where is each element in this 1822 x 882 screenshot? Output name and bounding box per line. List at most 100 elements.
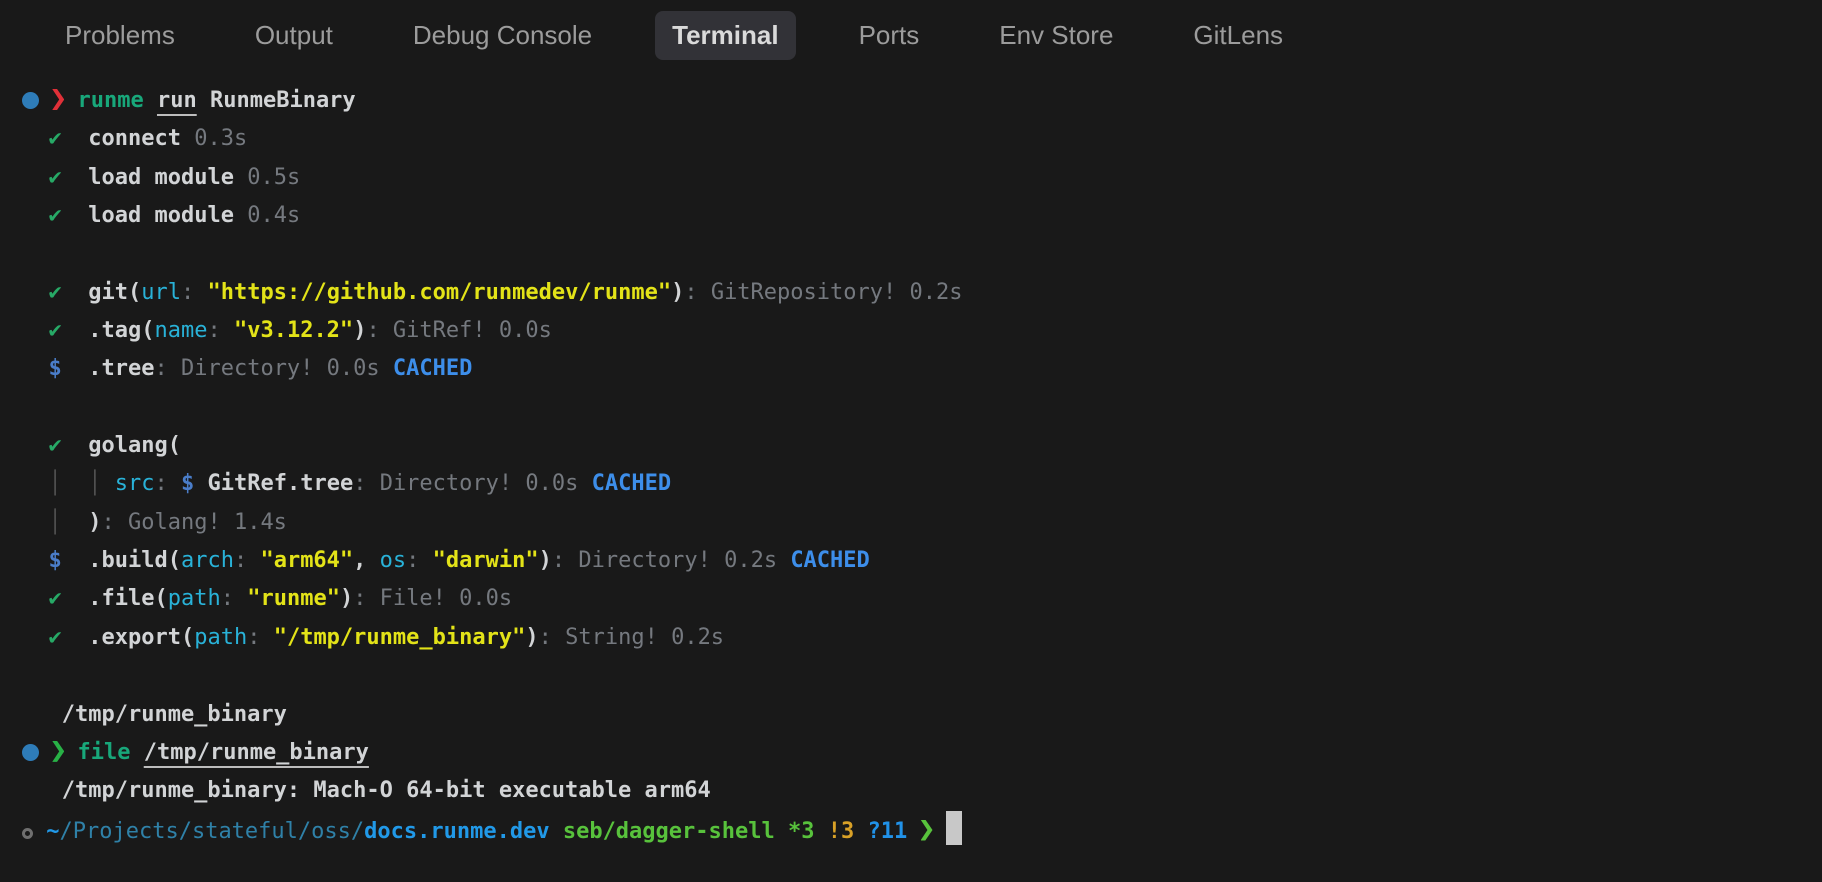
prompt-pending-dot [22,827,33,839]
pipe-dollar-icon: $ [48,356,62,382]
terminal-cursor [945,810,962,845]
tab-gitlens[interactable]: GitLens [1176,11,1300,60]
tab-terminal[interactable]: Terminal [655,10,796,60]
terminal-text-segment: : [220,586,248,612]
git-modified-count: *3 [788,818,815,844]
terminal-text-segment: 0.5s [247,164,301,190]
tab-ports[interactable]: Ports [842,11,937,60]
cached-badge: CACHED [392,356,473,382]
terminal-output[interactable]: runme run RunmeBinary ✔ connect 0.3s ✔ l… [0,70,1822,849]
terminal-line: ✔ load module 0.4s [22,197,1822,235]
terminal-text-segment: src [114,471,155,497]
terminal-text-segment: : Golang! 1.4s [101,509,287,535]
terminal-panel: Problems Output Debug Console Terminal Ports… [0,0,1822,882]
terminal-text-segment: file [77,739,131,765]
terminal-line: file /tmp/runme_binary [22,734,1822,772]
terminal-text-segment: : String! 0.2s [538,624,725,650]
check-icon: ✔ [48,586,62,612]
terminal-text-segment: "https://github.com/runmedev/runme" [207,279,672,305]
terminal-text-segment: "/tmp/runme_binary" [273,624,526,650]
terminal-text-segment: run [156,88,197,113]
terminal-line: /tmp/runme_binary: Mach-O 64-bit executa… [22,772,1822,810]
panel-tab-bar: Problems Output Debug Console Terminal Ports… [0,0,1822,70]
terminal-text-segment: : Directory! 0.2s [551,548,791,574]
indent-guide: │ [48,509,62,535]
terminal-text-segment: : File! 0.0s [353,586,513,612]
terminal-text-segment: , [353,548,380,574]
cached-badge: CACHED [790,548,870,574]
terminal-text-segment: load module [88,203,248,229]
tab-output[interactable]: Output [238,11,350,60]
tab-env-store[interactable]: Env Store [982,11,1130,60]
pipe-dollar-icon: $ [181,471,195,497]
tab-problems[interactable]: Problems [48,11,192,60]
prompt-chevron-icon [52,740,65,762]
prompt-chevron-icon [920,819,933,841]
terminal-text-segment: load module [88,164,248,190]
terminal-text-segment: : [247,624,274,650]
terminal-text-segment: path [194,624,248,650]
check-icon: ✔ [48,318,62,344]
terminal-text-segment: git( [88,279,142,305]
terminal-line: ✔ git(url: "https://github.com/runmedev/… [22,274,1822,312]
terminal-text-segment: : [207,318,234,344]
terminal-text-segment: ) [339,586,354,612]
git-untracked-count: ?11 [867,818,908,844]
terminal-text-segment: /tmp/runme_binary: Mach-O 64-bit executa… [22,778,711,804]
tab-debug-console[interactable]: Debug Console [396,11,609,60]
terminal-text-segment: : GitRef! 0.0s [366,318,552,344]
terminal-text-segment: url [141,279,181,305]
terminal-text-segment: "darwin" [432,548,539,574]
terminal-line: runme run RunmeBinary [22,82,1822,120]
prompt-chevron-icon [52,89,65,110]
terminal-text-segment: .file( [88,586,168,612]
terminal-text-segment: ) [525,624,539,650]
terminal-text-segment: 0.4s [247,203,301,229]
terminal-text-segment: : Directory! 0.0s [353,471,592,497]
prompt-active-dot [22,743,39,761]
terminal-line: $ .tree: Directory! 0.0s CACHED [22,350,1822,388]
terminal-line: ✔ .file(path: "runme"): File! 0.0s [22,580,1822,618]
cwd-basename: docs.runme.dev [364,818,550,844]
terminal-text-segment: connect [88,126,195,152]
terminal-line: ✔ .tag(name: "v3.12.2"): GitRef! 0.0s [22,312,1822,350]
terminal-line: │ │ src: $ GitRef.tree: Directory! 0.0s … [22,465,1822,503]
terminal-text-segment: .build( [88,548,181,574]
terminal-line: /tmp/runme_binary [22,696,1822,734]
terminal-text-segment: /tmp/runme_binary [143,739,369,765]
terminal-text-segment: : [233,548,261,574]
terminal-line: │ ): Golang! 1.4s [22,504,1822,542]
terminal-text-segment: runme [77,88,144,113]
terminal-line: ~/Projects/stateful/oss/docs.runme.dev s… [22,810,1822,849]
terminal-text-segment: arch [180,548,234,574]
terminal-text-segment: ) [671,279,685,305]
terminal-text-segment: ~ [46,818,60,844]
